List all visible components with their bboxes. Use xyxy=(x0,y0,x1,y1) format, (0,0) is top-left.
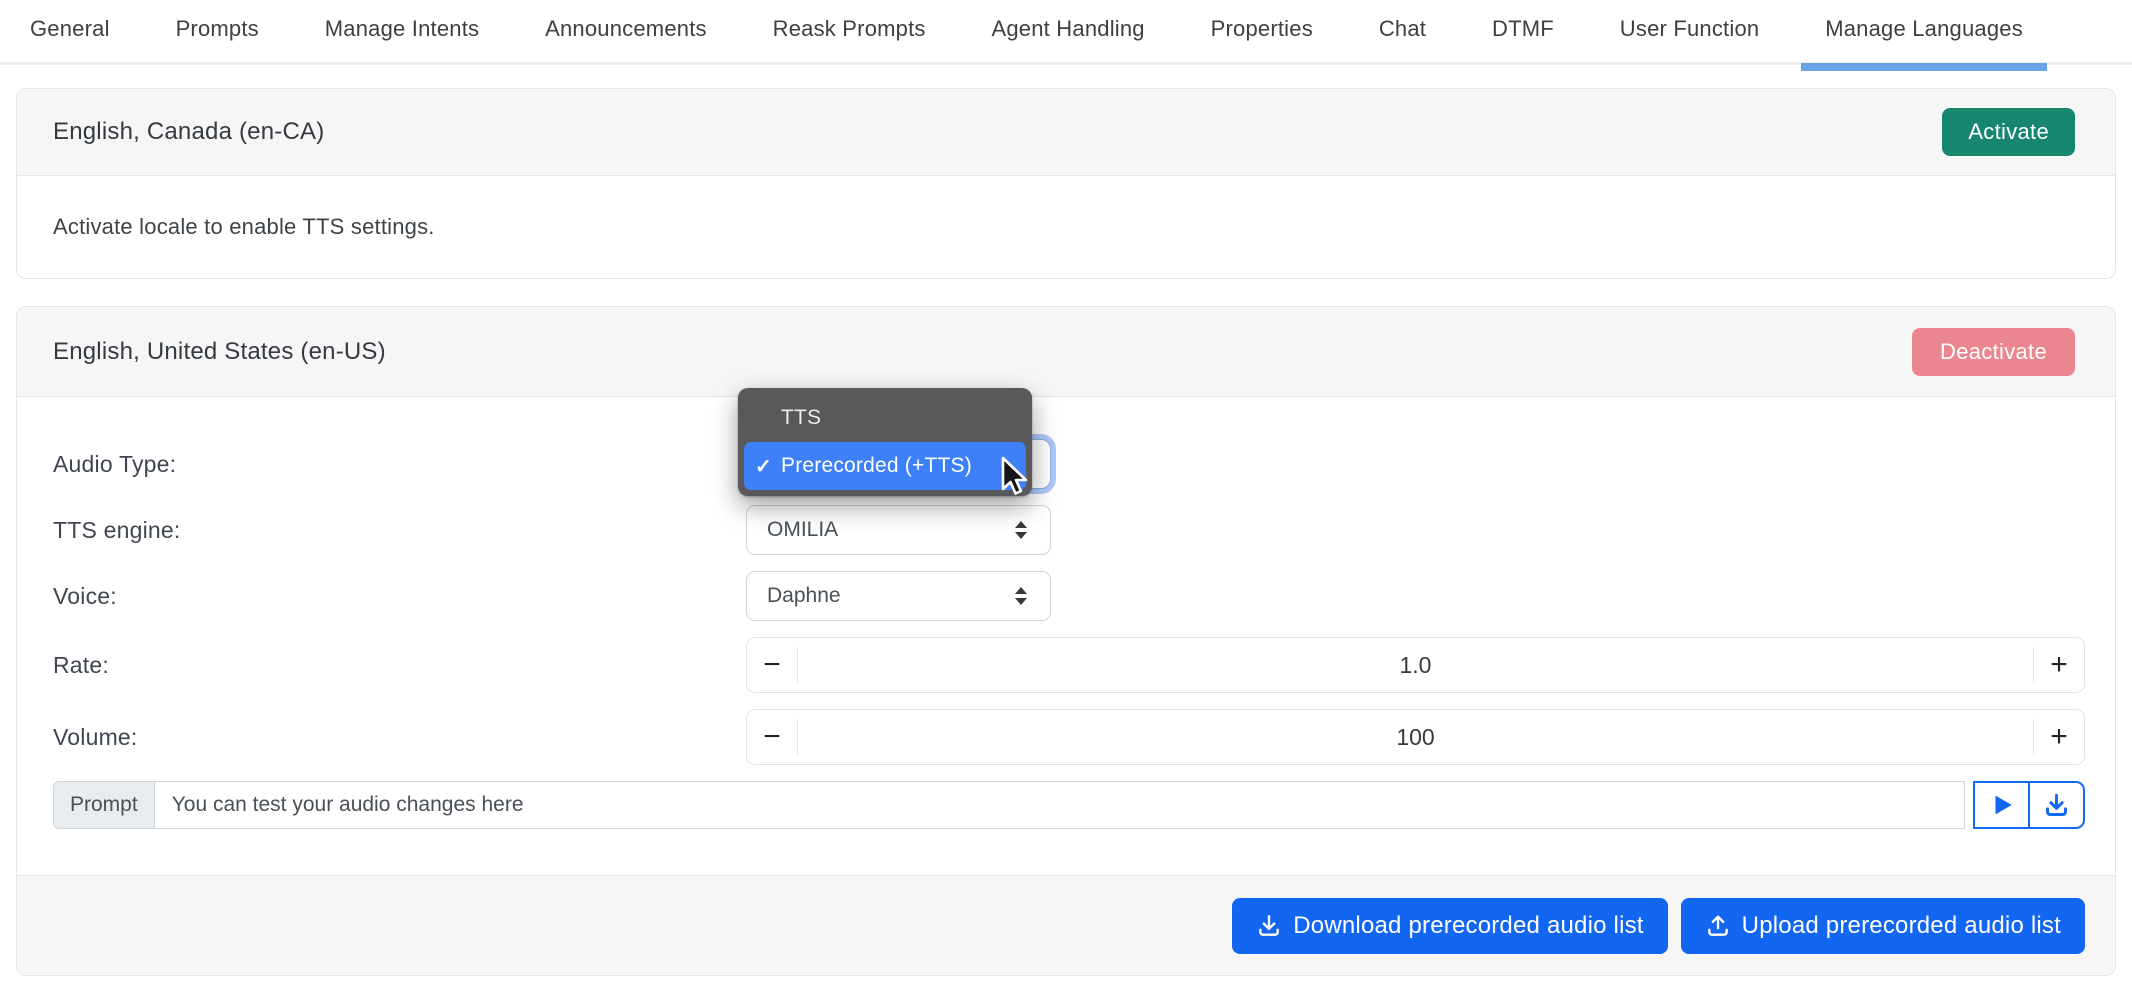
download-prerecorded-list-label: Download prerecorded audio list xyxy=(1293,912,1643,940)
download-icon xyxy=(1256,913,1282,939)
locale-en-us-footer: Download prerecorded audio list Upload p… xyxy=(17,875,2115,975)
voice-select[interactable]: Daphne xyxy=(746,571,1051,621)
dropdown-option-label: TTS xyxy=(781,406,821,430)
chevron-updown-icon xyxy=(1012,585,1030,607)
play-audio-button[interactable] xyxy=(1973,781,2030,829)
tab-manage-languages[interactable]: Manage Languages xyxy=(1825,16,2023,42)
tab-general[interactable]: General xyxy=(30,16,110,42)
tab-manage-intents[interactable]: Manage Intents xyxy=(325,16,479,42)
activate-button[interactable]: Activate xyxy=(1942,108,2075,156)
audio-type-row: Audio Type: Prerecorded (+TTS) xyxy=(53,439,2085,489)
volume-decrement-button[interactable]: − xyxy=(747,722,797,752)
locale-en-us-title: English, United States (en-US) xyxy=(53,338,386,366)
rate-increment-button[interactable]: + xyxy=(2034,650,2084,680)
tab-chat[interactable]: Chat xyxy=(1379,16,1426,42)
voice-value: Daphne xyxy=(767,584,841,608)
locale-en-ca-header: English, Canada (en-CA) Activate xyxy=(17,89,2115,176)
check-icon: ✓ xyxy=(755,454,772,479)
dropdown-option-prerecorded-tts[interactable]: ✓ Prerecorded (+TTS) xyxy=(744,442,1026,490)
upload-prerecorded-list-label: Upload prerecorded audio list xyxy=(1742,912,2061,940)
dropdown-option-tts[interactable]: TTS xyxy=(744,394,1026,442)
locale-en-ca-body: Activate locale to enable TTS settings. xyxy=(17,176,2115,278)
rate-value: 1.0 xyxy=(798,652,2033,679)
download-icon xyxy=(2043,792,2070,819)
audio-type-label: Audio Type: xyxy=(53,451,746,478)
download-prerecorded-list-button[interactable]: Download prerecorded audio list xyxy=(1232,898,1667,954)
rate-label: Rate: xyxy=(53,652,746,679)
locale-panel-en-ca: English, Canada (en-CA) Activate Activat… xyxy=(16,88,2116,279)
upload-icon xyxy=(1705,913,1731,939)
volume-value: 100 xyxy=(798,724,2033,751)
locale-en-us-header: English, United States (en-US) Deactivat… xyxy=(17,307,2115,397)
tab-reask-prompts[interactable]: Reask Prompts xyxy=(773,16,926,42)
tab-user-function[interactable]: User Function xyxy=(1620,16,1760,42)
volume-label: Volume: xyxy=(53,724,746,751)
tab-agent-handling[interactable]: Agent Handling xyxy=(992,16,1145,42)
dropdown-option-label: Prerecorded (+TTS) xyxy=(781,454,972,478)
rate-row: Rate: − 1.0 + xyxy=(53,637,2085,693)
voice-label: Voice: xyxy=(53,583,746,610)
prompt-addon-label: Prompt xyxy=(53,781,155,829)
deactivate-button[interactable]: Deactivate xyxy=(1912,328,2075,376)
tab-dtmf[interactable]: DTMF xyxy=(1492,16,1554,42)
tab-properties[interactable]: Properties xyxy=(1211,16,1313,42)
tab-prompts[interactable]: Prompts xyxy=(176,16,259,42)
volume-increment-button[interactable]: + xyxy=(2034,722,2084,752)
volume-row: Volume: − 100 + xyxy=(53,709,2085,765)
upload-prerecorded-list-button[interactable]: Upload prerecorded audio list xyxy=(1681,898,2085,954)
rate-decrement-button[interactable]: − xyxy=(747,650,797,680)
volume-stepper: − 100 + xyxy=(746,709,2085,765)
tts-engine-label: TTS engine: xyxy=(53,517,746,544)
prompt-test-row: Prompt xyxy=(53,781,2085,829)
tab-bar: General Prompts Manage Intents Announcem… xyxy=(0,0,2132,65)
activate-hint-text: Activate locale to enable TTS settings. xyxy=(53,214,435,239)
locale-en-ca-title: English, Canada (en-CA) xyxy=(53,118,324,146)
tts-engine-row: TTS engine: OMILIA xyxy=(53,505,2085,555)
play-icon xyxy=(1989,792,2015,818)
tts-settings-form: Audio Type: Prerecorded (+TTS) TTS engin… xyxy=(17,397,2115,875)
download-audio-button[interactable] xyxy=(2028,781,2085,829)
prompt-test-input[interactable] xyxy=(155,781,1965,829)
locale-panel-en-us: English, United States (en-US) Deactivat… xyxy=(16,306,2116,976)
audio-type-dropdown-menu: TTS ✓ Prerecorded (+TTS) xyxy=(738,388,1032,496)
voice-row: Voice: Daphne xyxy=(53,571,2085,621)
rate-stepper: − 1.0 + xyxy=(746,637,2085,693)
tts-engine-value: OMILIA xyxy=(767,518,838,542)
tab-announcements[interactable]: Announcements xyxy=(545,16,707,42)
tts-engine-select[interactable]: OMILIA xyxy=(746,505,1051,555)
chevron-updown-icon xyxy=(1012,519,1030,541)
